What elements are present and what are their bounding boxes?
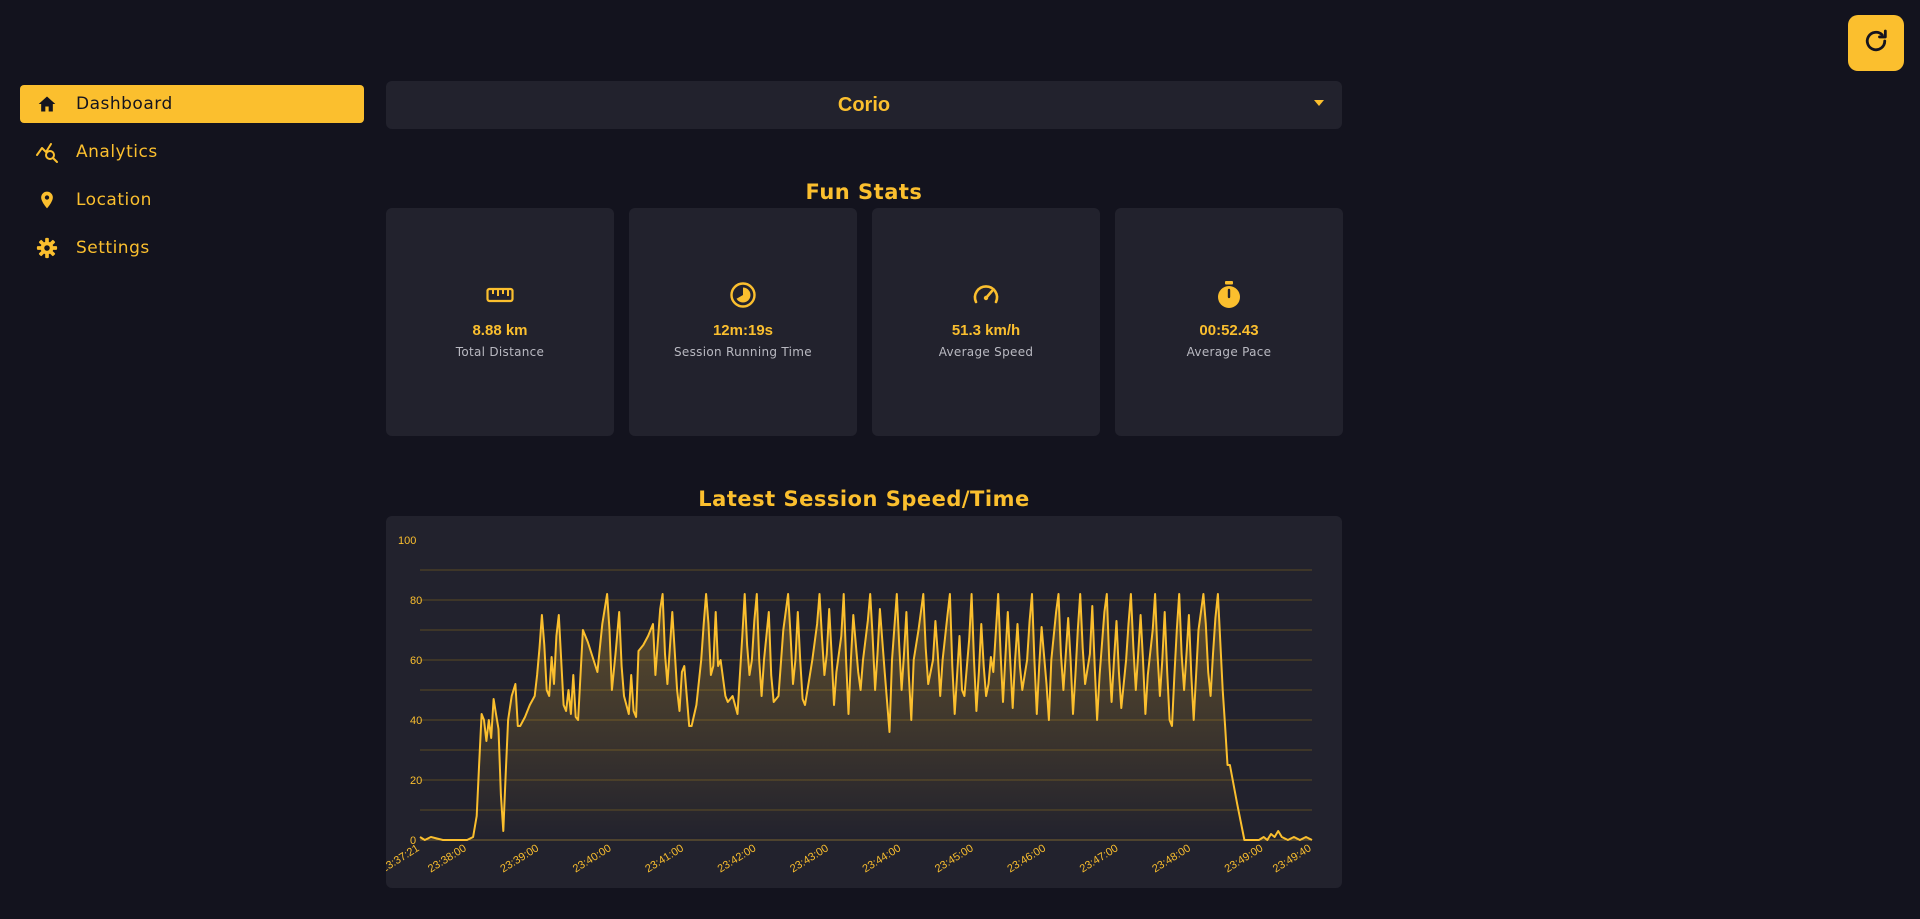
sidebar-item-settings[interactable]: Settings [20, 229, 364, 267]
chart-x-tick-label: 23:45:00 [933, 842, 976, 875]
chart-x-tick-label: 23:49:40 [1271, 842, 1314, 875]
chart-y-axis: 020406080100 [398, 535, 422, 847]
chart-x-tick-label: 23:39:00 [498, 842, 541, 875]
stat-value: 12m:19s [712, 322, 774, 339]
chart-x-tick-label: 23:48:00 [1150, 842, 1193, 875]
chart-y-tick-label: 20 [410, 775, 422, 787]
chart-svg: 020406080100 23:37:21 23:38:00 23:39:00 23:… [386, 535, 1314, 875]
location-pin-icon [34, 187, 60, 213]
stat-label: Average Pace [1186, 345, 1272, 359]
stat-card-session-running-time: 12m:19s Session Running Time [629, 208, 857, 436]
chart-title: Latest Session Speed/Time [698, 487, 1030, 511]
stat-card-average-pace: 00:52.43 Average Pace [1115, 208, 1343, 436]
chart-x-axis: 23:37:21 23:38:00 23:39:00 23:40:00 23:41:00… [386, 842, 1314, 875]
chart-x-tick-label: 23:40:00 [571, 842, 614, 875]
refresh-icon [1862, 27, 1890, 59]
session-select[interactable]: Corio [386, 81, 1342, 129]
sidebar-item-label: Settings [76, 238, 150, 258]
stat-value: 51.3 km/h [951, 322, 1021, 339]
chart-x-tick-label: 23:43:00 [788, 842, 831, 875]
chart-y-tick-label: 80 [410, 595, 422, 607]
chart-x-tick-label: 23:41:00 [643, 842, 686, 875]
stat-value: 00:52.43 [1199, 322, 1259, 339]
stat-value: 8.88 km [472, 322, 528, 339]
sidebar-item-label: Analytics [76, 142, 158, 162]
stopwatch-icon [1214, 280, 1244, 310]
gear-icon [34, 235, 60, 261]
speed-time-chart: 0 20 40 60 80 100 23:37:21 23:38:00 23:39:00 23:… [386, 516, 1342, 888]
chart-x-tick-label: 23:47:00 [1078, 842, 1121, 875]
sidebar-item-label: Location [76, 190, 152, 210]
stat-card-average-speed: 51.3 km/h Average Speed [872, 208, 1100, 436]
stat-label: Average Speed [938, 345, 1034, 359]
chart-y-tick-label: 40 [410, 715, 422, 727]
speedometer-icon [971, 280, 1001, 310]
chart-x-tick-label: 23:42:00 [716, 842, 759, 875]
chart-x-tick-label: 23:49:00 [1223, 842, 1266, 875]
sidebar: Dashboard Analytics Location Settings [20, 85, 364, 277]
chevron-down-icon [1314, 100, 1324, 106]
chart-x-tick-label: 23:37:21 [386, 842, 422, 875]
chart-x-tick-label: 23:46:00 [1005, 842, 1048, 875]
chart-y-tick-label: 60 [410, 655, 422, 667]
home-icon [34, 91, 60, 117]
analytics-icon [34, 139, 60, 165]
fun-stats-title: Fun Stats [805, 180, 923, 204]
stat-label: Session Running Time [674, 345, 812, 359]
ruler-icon [485, 280, 515, 310]
clock-icon [728, 280, 758, 310]
stat-label: Total Distance [455, 345, 545, 359]
sidebar-item-analytics[interactable]: Analytics [20, 133, 364, 171]
sidebar-item-location[interactable]: Location [20, 181, 364, 219]
chart-y-tick-label: 100 [398, 535, 416, 547]
sidebar-item-label: Dashboard [76, 94, 173, 114]
refresh-button[interactable] [1848, 15, 1904, 71]
session-select-value: Corio [837, 93, 891, 116]
chart-x-tick-label: 23:38:00 [426, 842, 469, 875]
sidebar-item-dashboard[interactable]: Dashboard [20, 85, 364, 123]
stat-card-total-distance: 8.88 km Total Distance [386, 208, 614, 436]
chart-x-tick-label: 23:44:00 [861, 842, 904, 875]
